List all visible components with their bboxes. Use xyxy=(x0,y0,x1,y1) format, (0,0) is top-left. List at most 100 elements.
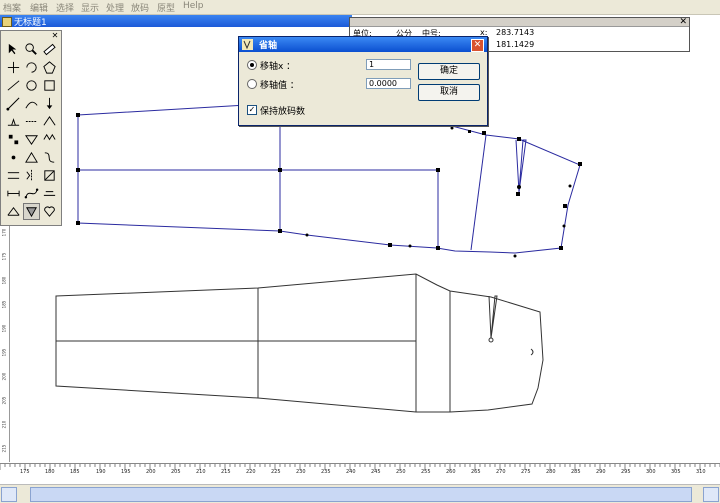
scroll-thumb[interactable] xyxy=(30,487,692,502)
dialog-titlebar: 省轴 ✕ xyxy=(239,37,487,52)
vruler-label: 195 xyxy=(1,348,7,357)
rectangle-icon[interactable] xyxy=(41,77,58,94)
bezier-icon[interactable] xyxy=(23,185,40,202)
document-icon xyxy=(2,17,12,27)
hruler-label: 205 xyxy=(171,469,181,475)
align-icon[interactable] xyxy=(5,167,22,184)
cross-cut-icon[interactable] xyxy=(5,59,22,76)
dart-axis-dialog: 省轴 ✕ 移轴x ： 1 移轴值 ： 0.0000 确定 取消 ✓ 保持放码数 xyxy=(238,36,488,126)
ok-button[interactable]: 确定 xyxy=(418,63,480,80)
polygon-icon[interactable] xyxy=(41,59,58,76)
line-icon[interactable] xyxy=(5,77,22,94)
hruler-label: 220 xyxy=(246,469,256,475)
hruler-label: 225 xyxy=(271,469,281,475)
circle-icon[interactable] xyxy=(23,77,40,94)
hruler-label: 255 xyxy=(421,469,431,475)
cancel-button[interactable]: 取消 xyxy=(418,84,480,101)
heart-icon[interactable] xyxy=(41,203,58,220)
hruler-label: 200 xyxy=(146,469,156,475)
menu-view[interactable]: 显示 xyxy=(81,1,99,14)
vruler-label: 205 xyxy=(1,396,7,405)
move-x-radio[interactable] xyxy=(247,60,257,70)
move-x-label: 移轴x ： xyxy=(260,62,296,72)
hruler-label: 265 xyxy=(471,469,481,475)
hruler-label: 235 xyxy=(321,469,331,475)
measure-icon[interactable] xyxy=(5,185,22,202)
y-value: 181.1429 xyxy=(496,40,535,49)
zoom-icon[interactable] xyxy=(23,41,40,58)
menu-edit[interactable]: 编辑 xyxy=(30,1,48,14)
move-value-radio[interactable] xyxy=(247,79,257,89)
ruler-icon[interactable] xyxy=(41,41,58,58)
dart-icon[interactable] xyxy=(41,113,58,130)
vruler-label: 170 xyxy=(1,228,7,237)
edge-icon[interactable] xyxy=(5,203,22,220)
vruler-label: 190 xyxy=(1,324,7,333)
menu-grading[interactable]: 放码 xyxy=(131,1,149,14)
hruler-label: 270 xyxy=(496,469,506,475)
tool-palette: ✕ xyxy=(0,30,62,226)
hruler-label: 300 xyxy=(646,469,656,475)
keep-grading-label: 保持放码数 xyxy=(260,107,306,117)
shape-icon[interactable] xyxy=(41,149,58,166)
fold-icon[interactable] xyxy=(23,131,40,148)
dialog-title: 省轴 xyxy=(259,41,278,51)
rotate-icon[interactable] xyxy=(23,59,40,76)
move-x-input[interactable]: 1 xyxy=(366,59,411,70)
menu-help[interactable]: Help xyxy=(183,1,204,11)
hruler-label: 260 xyxy=(446,469,456,475)
pleat-icon[interactable] xyxy=(41,131,58,148)
hruler-label: 285 xyxy=(571,469,581,475)
move-value-label: 移轴值 ： xyxy=(260,81,299,91)
grade-icon[interactable] xyxy=(5,131,22,148)
diagonal-line-icon[interactable] xyxy=(5,95,22,112)
notch-icon[interactable] xyxy=(5,113,22,130)
menu-prototype[interactable]: 原型 xyxy=(157,1,175,14)
vruler-label: 180 xyxy=(1,276,7,285)
menu-file[interactable]: 档案 xyxy=(3,1,21,14)
arrow-select-icon[interactable] xyxy=(5,41,22,58)
lower-pattern-piece[interactable] xyxy=(55,273,544,413)
hruler-label: 210 xyxy=(196,469,206,475)
x-value: 283.7143 xyxy=(496,28,535,37)
info-panel-bar: ✕ xyxy=(350,17,689,27)
horizontal-scrollbar[interactable] xyxy=(0,484,720,503)
scroll-left-button[interactable] xyxy=(1,487,17,502)
stretch-icon[interactable] xyxy=(41,185,58,202)
triangle-icon[interactable] xyxy=(23,149,40,166)
hruler-label: 275 xyxy=(521,469,531,475)
hruler-label: 310 xyxy=(696,469,706,475)
hruler-label: 295 xyxy=(621,469,631,475)
hruler-label: 180 xyxy=(45,469,55,475)
scale-icon[interactable] xyxy=(41,167,58,184)
dialog-close-button[interactable]: ✕ xyxy=(471,39,484,52)
mirror-icon[interactable] xyxy=(23,167,40,184)
seam-icon[interactable] xyxy=(23,113,40,130)
horizontal-ruler: 175 180 185 190 195 200 205 210 215 220 … xyxy=(0,463,720,484)
hruler-label: 305 xyxy=(671,469,681,475)
hruler-label: 280 xyxy=(546,469,556,475)
hruler-label: 185 xyxy=(70,469,80,475)
hruler-label: 195 xyxy=(121,469,131,475)
curve-icon[interactable] xyxy=(23,95,40,112)
ruler-ticks xyxy=(0,464,720,470)
scroll-right-button[interactable] xyxy=(703,487,719,502)
hruler-label: 240 xyxy=(346,469,356,475)
palette-close-button[interactable]: ✕ xyxy=(51,32,59,40)
hruler-label: 190 xyxy=(96,469,106,475)
hruler-label: 245 xyxy=(371,469,381,475)
point-icon[interactable] xyxy=(5,149,22,166)
dialog-app-icon xyxy=(242,39,253,50)
vruler-label: 175 xyxy=(1,252,7,261)
menu-bar: 档案 编辑 选择 显示 处理 放码 原型 Help xyxy=(0,0,720,15)
move-value-input[interactable]: 0.0000 xyxy=(366,78,411,89)
dart-fold-icon[interactable] xyxy=(23,203,40,220)
info-close-button[interactable]: ✕ xyxy=(679,17,687,27)
vruler-label: 215 xyxy=(1,444,7,453)
keep-grading-checkbox[interactable]: ✓ xyxy=(247,105,257,115)
menu-select[interactable]: 选择 xyxy=(56,1,74,14)
arrow-down-icon[interactable] xyxy=(41,95,58,112)
hruler-label: 250 xyxy=(396,469,406,475)
menu-process[interactable]: 处理 xyxy=(106,1,124,14)
hruler-label: 290 xyxy=(596,469,606,475)
